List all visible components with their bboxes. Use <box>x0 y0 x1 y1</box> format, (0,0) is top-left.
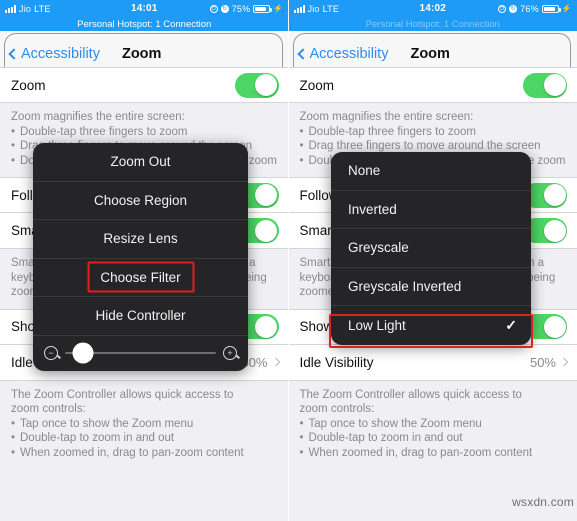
menu-item-hide-controller[interactable]: Hide Controller <box>33 297 248 336</box>
phone-panel-left: Jio LTE 14:01 ⏱ ↻ 75% ⚡ Personal Hotspot… <box>0 0 289 521</box>
toggle-knob <box>255 184 277 206</box>
status-bar: Jio LTE 14:02 ⏱ ↻ 76% ⚡ <box>288 0 577 17</box>
zoom-description-bullet: Double-tap three fingers to zoom <box>300 125 567 140</box>
status-bar-left: Jio LTE <box>0 4 51 14</box>
carrier-label: Jio <box>19 3 32 14</box>
row-zoom[interactable]: Zoom <box>288 67 577 103</box>
status-bar-left: Jio LTE <box>289 4 340 14</box>
filter-option-greyscale-inverted[interactable]: Greyscale Inverted <box>331 268 531 306</box>
footer-bullet: Tap once to show the Zoom menu <box>300 417 567 432</box>
chevron-left-icon <box>296 47 309 60</box>
chevron-right-icon <box>559 357 569 367</box>
controller-footer-description: The Zoom Controller allows quick access … <box>0 380 289 469</box>
checkmark-icon: ✓ <box>505 316 517 333</box>
rotation-lock-icon: ↻ <box>220 4 229 13</box>
footer-bullet: Double-tap to zoom in and out <box>300 431 567 446</box>
alarm-clock-icon: ⏱ <box>209 4 218 13</box>
row-idle-visibility-label: Idle Visibility <box>299 354 374 370</box>
page-title: Zoom <box>410 45 450 62</box>
toggle-knob <box>543 184 566 206</box>
zoom-description-bullet: Double-tap three fingers to zoom <box>11 125 278 140</box>
network-type-label: LTE <box>34 3 51 14</box>
footer-bullet: When zoomed in, drag to pan-zoom content <box>11 446 278 461</box>
rotation-lock-icon: ↻ <box>509 4 518 13</box>
toggle-knob <box>543 219 566 242</box>
toggle-knob <box>255 315 277 338</box>
zoom-level-slider-row: − + <box>33 336 248 371</box>
filter-option-label: None <box>348 163 381 179</box>
filter-option-label: Inverted <box>348 201 397 217</box>
personal-hotspot-banner[interactable]: Personal Hotspot: 1 Connection <box>0 17 289 31</box>
filter-option-none[interactable]: None <box>331 152 531 191</box>
page-title: Zoom <box>121 45 162 62</box>
footer-head-line: zoom controls: <box>299 403 375 415</box>
footer-bullet: When zoomed in, drag to pan-zoom content <box>300 446 567 461</box>
row-zoom-label: Zoom <box>299 77 335 93</box>
toggle-knob <box>255 219 277 242</box>
menu-item-choose-region[interactable]: Choose Region <box>33 182 248 220</box>
menu-item-choose-filter[interactable]: Choose Filter <box>33 259 248 297</box>
footer-bullet: Tap once to show the Zoom menu <box>11 417 278 432</box>
zoom-out-magnifier-icon[interactable]: − <box>44 346 58 360</box>
personal-hotspot-banner[interactable]: Personal Hotspot: 1 Connection <box>288 17 577 31</box>
carrier-label: Jio <box>307 3 320 14</box>
alarm-clock-icon: ⏱ <box>498 4 507 13</box>
footer-head-line: The Zoom Controller allows quick access … <box>299 388 522 401</box>
lightning-bolt-icon: ⚡ <box>561 4 572 13</box>
row-zoom[interactable]: Zoom <box>0 67 289 103</box>
filter-option-label: Greyscale Inverted <box>348 278 462 294</box>
footer-head-line: The Zoom Controller allows quick access … <box>11 388 234 401</box>
chevron-right-icon <box>271 357 280 367</box>
back-button-label: Accessibility <box>309 45 389 62</box>
status-bar-right: ⏱ ↻ 76% ⚡ <box>498 4 577 14</box>
lightning-bolt-icon: ⚡ <box>273 4 284 13</box>
battery-percent-label: 76% <box>520 3 539 14</box>
menu-item-resize-lens[interactable]: Resize Lens <box>33 220 248 259</box>
back-button[interactable]: Accessibility <box>5 46 100 62</box>
cellular-signal-icon <box>293 4 305 13</box>
nav-bar-wrapper: Accessibility Zoom <box>0 31 289 73</box>
filter-option-label: Greyscale <box>348 240 409 256</box>
footer-head-line: zoom controls: <box>11 403 86 415</box>
watermark-label: wsxdn.com <box>512 495 574 509</box>
filter-option-low-light[interactable]: Low Light ✓ <box>331 306 531 345</box>
panel-divider <box>288 0 289 521</box>
battery-icon <box>253 4 273 13</box>
controller-footer-description: The Zoom Controller allows quick access … <box>288 380 577 469</box>
filter-option-inverted[interactable]: Inverted <box>331 191 531 229</box>
idle-visibility-value: 50% <box>529 354 556 370</box>
zoom-level-slider[interactable] <box>65 342 216 364</box>
status-bar-right: ⏱ ↻ 75% ⚡ <box>209 3 289 14</box>
zoom-toggle[interactable] <box>234 72 279 98</box>
toggle-knob <box>543 315 566 338</box>
battery-percent-label: 75% <box>231 3 251 14</box>
filter-option-label: Low Light <box>348 317 406 333</box>
zoom-controller-menu: Zoom Out Choose Region Resize Lens Choos… <box>33 143 248 371</box>
zoom-description-head: Zoom magnifies the entire screen: <box>11 111 185 123</box>
screenshot-stage: Jio LTE 14:01 ⏱ ↻ 75% ⚡ Personal Hotspot… <box>0 0 577 521</box>
cellular-signal-icon <box>5 4 16 13</box>
footer-bullet: Double-tap to zoom in and out <box>11 431 278 446</box>
nav-bar-wrapper: Accessibility Zoom <box>288 31 577 73</box>
row-zoom-label: Zoom <box>11 77 46 93</box>
network-type-label: LTE <box>322 3 340 14</box>
chevron-left-icon <box>8 47 20 60</box>
toggle-knob <box>543 74 566 96</box>
battery-icon <box>541 4 561 13</box>
row-idle-visibility[interactable]: Idle Visibility 50% <box>288 344 577 381</box>
choose-filter-menu: None Inverted Greyscale Greyscale Invert… <box>331 152 531 345</box>
menu-item-zoom-out[interactable]: Zoom Out <box>33 143 248 182</box>
zoom-toggle[interactable] <box>523 72 567 98</box>
toggle-knob <box>255 74 277 96</box>
zoom-in-magnifier-icon[interactable]: + <box>223 346 237 360</box>
back-button[interactable]: Accessibility <box>294 45 389 62</box>
zoom-description-head: Zoom magnifies the entire screen: <box>299 111 474 123</box>
slider-thumb[interactable] <box>72 342 94 364</box>
filter-option-greyscale[interactable]: Greyscale <box>331 229 531 268</box>
back-button-label: Accessibility <box>21 45 100 62</box>
status-bar: Jio LTE 14:01 ⏱ ↻ 75% ⚡ <box>0 0 289 17</box>
